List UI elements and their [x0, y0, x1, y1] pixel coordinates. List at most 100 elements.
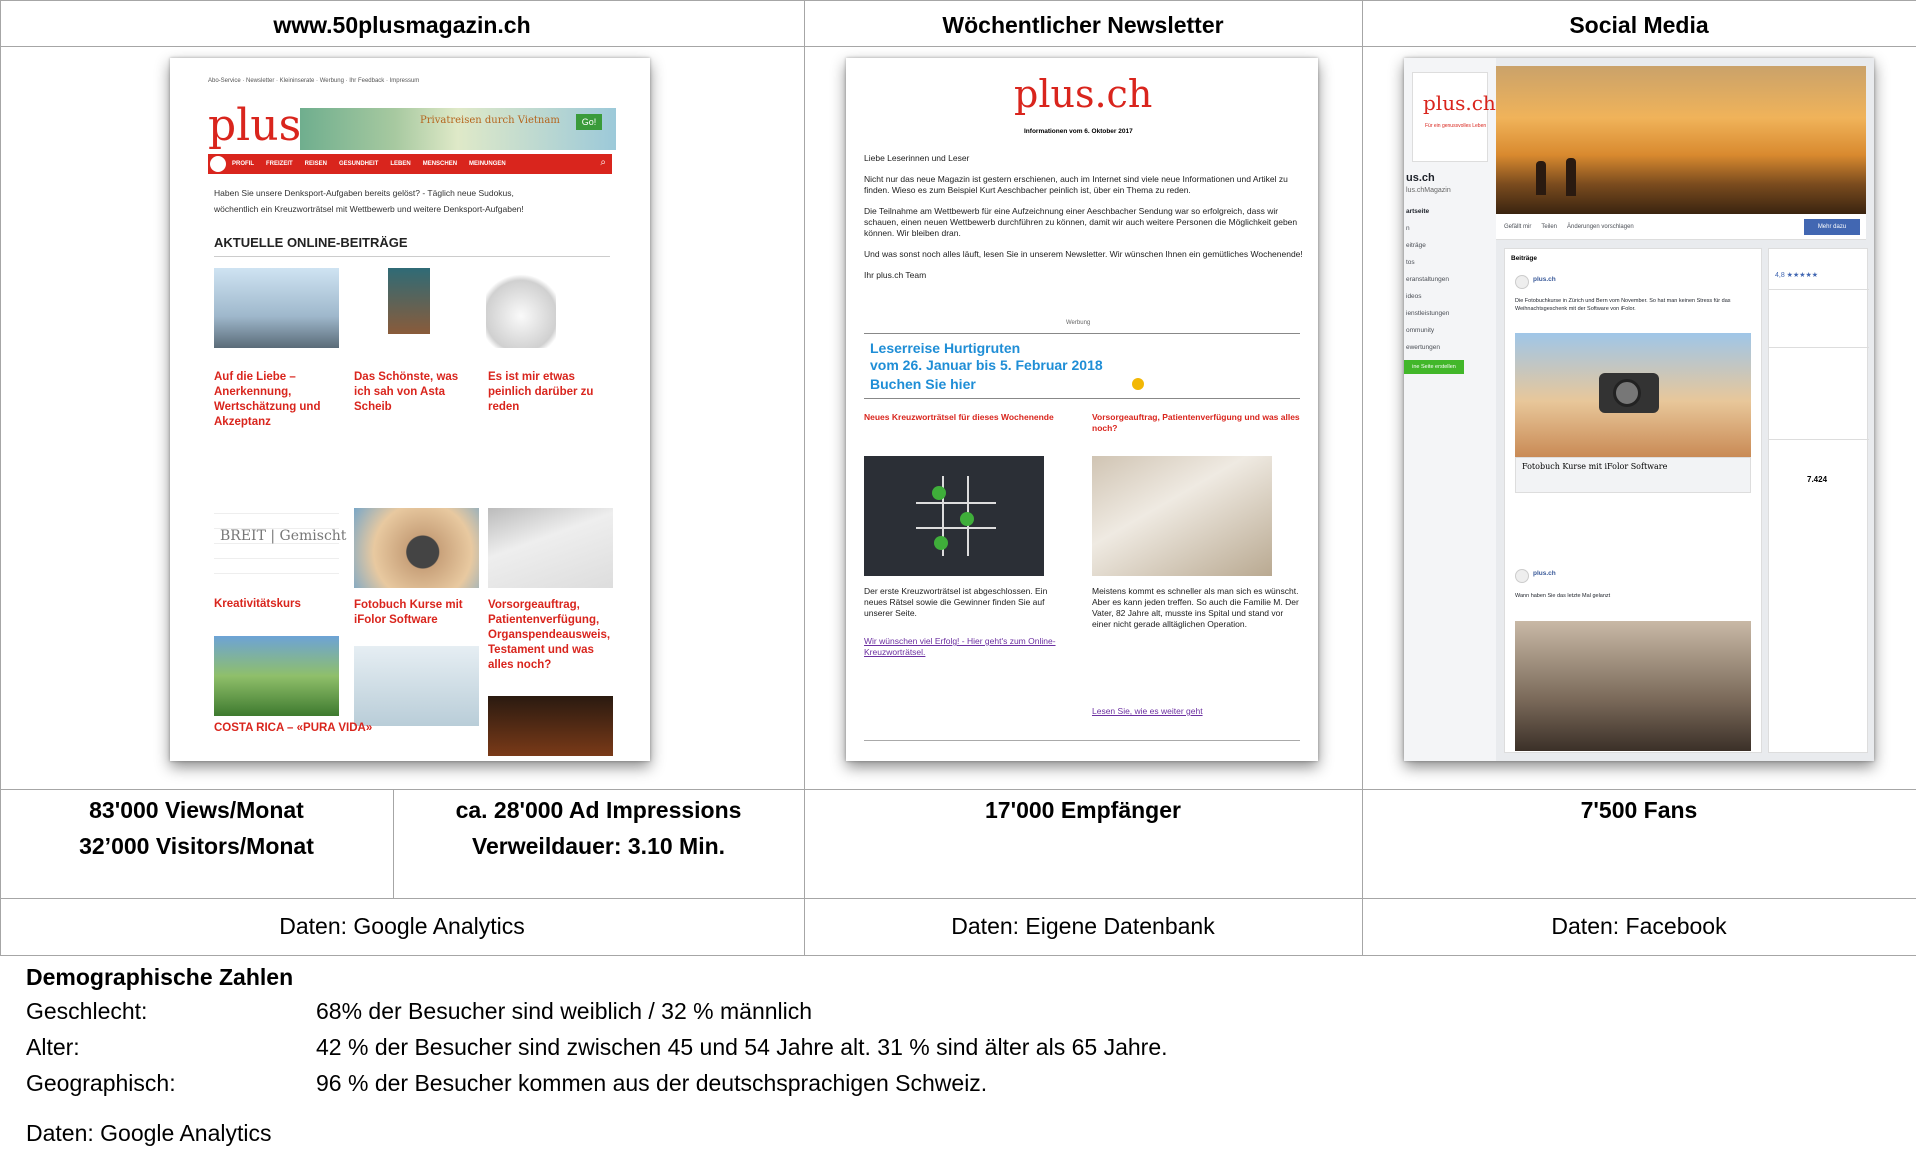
site-topnav: Abo-Service · Newsletter · Kleininserate…: [208, 78, 420, 84]
paragraph: Nicht nur das neue Magazin ist gestern e…: [864, 174, 1288, 195]
fb-rating: 4,8 ★★★★★: [1775, 272, 1819, 279]
stat-ad-impressions: ca. 28'000 Ad Impressions: [455, 797, 742, 823]
source-social: Daten: Facebook: [1551, 913, 1727, 939]
article-image[interactable]: [488, 696, 613, 756]
newsletter-date: Informationen vom 6. Oktober 2017: [1024, 128, 1133, 135]
fb-right-sidebar: 4,8 ★★★★★ 7.424: [1768, 248, 1869, 753]
demo-label-gender: Geschlecht:: [26, 998, 148, 1024]
article-title[interactable]: Vorsorgeauftrag, Patientenverfügung, Org…: [488, 598, 618, 673]
stat-views: 83'000 Views/Monat: [89, 797, 304, 823]
fb-profile-picture[interactable]: plus.ch Für ein genussvolles Leben: [1412, 72, 1496, 162]
fb-nav-item[interactable]: eiträge: [1404, 238, 1496, 255]
fb-post-text: Wann haben Sie das letzte Mal gelanzt: [1515, 593, 1611, 599]
fb-nav-item[interactable]: ommunity: [1404, 323, 1496, 340]
clover-icon: [934, 536, 948, 550]
fb-action-bar: Gefällt mir Teilen Änderungen vorschlagen …: [1496, 214, 1866, 240]
greeting: Liebe Leserinnen und Leser: [864, 153, 970, 163]
newsletter-screenshot: plus.ch Informationen vom 6. Oktober 201…: [846, 58, 1318, 761]
article-image[interactable]: [486, 268, 556, 348]
article-image[interactable]: BREIT | Gemischt: [214, 508, 346, 588]
clover-icon: [960, 512, 974, 526]
fb-action-button[interactable]: Änderungen vorschlagen: [1567, 224, 1634, 230]
ad-go-button[interactable]: Go!: [576, 114, 602, 130]
avatar[interactable]: [1515, 275, 1529, 289]
stat-web-traffic: 83'000 Views/Monat 32’000 Visitors/Monat: [0, 790, 393, 864]
fb-post-image[interactable]: [1515, 333, 1751, 457]
fb-nav-item[interactable]: tos: [1404, 255, 1496, 272]
demo-value-geo: 96 % der Besucher kommen aus der deutsch…: [316, 1070, 988, 1096]
source-newsletter: Daten: Eigene Datenbank: [951, 913, 1215, 939]
read-more-link[interactable]: Lesen Sie, wie es weiter geht: [1092, 706, 1203, 716]
article-image[interactable]: [354, 508, 479, 588]
stat-dwell-time: Verweildauer: 3.10 Min.: [471, 833, 726, 859]
article-title[interactable]: COSTA RICA – «PURA VIDA»: [214, 722, 372, 734]
article-image[interactable]: [214, 268, 339, 348]
ad-banner: Privatreisen durch Vietnam Go!: [300, 108, 616, 150]
left-article-title[interactable]: Neues Kreuzworträtsel für dieses Wochene…: [864, 412, 1054, 423]
header-social: Social Media: [1569, 12, 1709, 38]
fb-nav-item[interactable]: eranstaltungen: [1404, 272, 1496, 289]
fb-more-button[interactable]: Mehr dazu: [1804, 219, 1860, 235]
site-menu-item[interactable]: REISEN: [305, 161, 327, 167]
newsletter-logo: plus.ch: [1014, 72, 1153, 116]
site-menu-item[interactable]: PROFIL: [232, 161, 254, 167]
site-menu-item[interactable]: MEINUNGEN: [469, 161, 506, 167]
fb-cover-photo[interactable]: [1496, 66, 1866, 214]
werbung-label: Werbung: [1066, 320, 1091, 326]
site-menu-item[interactable]: GESUNDHEIT: [339, 161, 378, 167]
banner-line-3[interactable]: Buchen Sie hier: [870, 376, 976, 392]
fb-create-page-button[interactable]: ine Seite erstellen: [1404, 360, 1464, 374]
home-icon[interactable]: [210, 156, 226, 172]
banner-line-1[interactable]: Leserreise Hurtigruten: [870, 340, 1020, 356]
article-title[interactable]: Auf die Liebe – Anerkennung, Wertschätzu…: [214, 370, 344, 430]
crossword-image[interactable]: [864, 456, 1044, 576]
right-article-title[interactable]: Vorsorgeauftrag, Patientenverfügung und …: [1092, 412, 1302, 434]
article-title[interactable]: Das Schönste, was ich sah von Asta Schei…: [354, 370, 472, 415]
demo-label-age: Alter:: [26, 1034, 80, 1060]
header-website: www.50plusmagazin.ch: [273, 12, 531, 38]
site-menu-item[interactable]: FREIZEIT: [266, 161, 293, 167]
stat-social: 7'500 Fans: [1580, 797, 1698, 823]
fb-nav-item[interactable]: ienstleistungen: [1404, 306, 1496, 323]
source-web: Daten: Google Analytics: [279, 913, 525, 939]
fb-left-column: plus.ch Für ein genussvolles Leben us.ch…: [1404, 58, 1496, 761]
article-image[interactable]: [388, 268, 430, 334]
article-title[interactable]: Es ist mir etwas peinlich darüber zu red…: [488, 370, 612, 415]
article-image[interactable]: [354, 646, 479, 726]
site-menu-item[interactable]: LEBEN: [390, 161, 410, 167]
fb-action-button[interactable]: Gefällt mir: [1504, 224, 1531, 230]
fb-nav-item[interactable]: artseite: [1404, 204, 1496, 221]
site-section-title: AKTUELLE ONLINE-BEITRÄGE: [214, 235, 408, 250]
fb-nav-item[interactable]: ideos: [1404, 289, 1496, 306]
fb-nav-item[interactable]: n: [1404, 221, 1496, 238]
crossword-link[interactable]: Wir wünschen viel Erfolg! - Hier geht's …: [864, 636, 1069, 658]
fb-nav-item[interactable]: ewertungen: [1404, 340, 1496, 357]
signature: Ihr plus.ch Team: [864, 270, 927, 280]
divider: [864, 333, 1300, 334]
site-menu-item[interactable]: MENSCHEN: [423, 161, 457, 167]
fb-action-button[interactable]: Teilen: [1541, 224, 1557, 230]
avatar[interactable]: [1515, 569, 1529, 583]
search-icon[interactable]: ⌕: [600, 157, 606, 168]
demographics-source: Daten: Google Analytics: [26, 1120, 272, 1146]
fb-post-author[interactable]: plus.ch: [1533, 276, 1556, 283]
demo-value-gender: 68% der Besucher sind weiblich / 32 % mä…: [316, 998, 813, 1024]
fb-post-image[interactable]: [1515, 621, 1751, 751]
clover-icon: [932, 486, 946, 500]
article-title[interactable]: Kreativitätskurs: [214, 598, 301, 610]
article-image[interactable]: [214, 636, 339, 716]
divider: [864, 398, 1300, 399]
newsletter-body: Liebe Leserinnen und Leser Nicht nur das…: [864, 153, 1304, 281]
fb-link-preview[interactable]: Fotobuch Kurse mit iFolor Software: [1515, 457, 1751, 493]
fb-page-handle: lus.chMagazin: [1406, 187, 1451, 194]
site-intro-1: Haben Sie unsere Denksport-Aufgaben bere…: [214, 188, 514, 198]
left-article-text: Der erste Kreuzworträtsel ist abgeschlos…: [864, 586, 1048, 618]
article-title[interactable]: Fotobuch Kurse mit iFolor Software: [354, 598, 479, 628]
banner-line-2[interactable]: vom 26. Januar bis 5. Februar 2018: [870, 357, 1103, 373]
header-newsletter: Wöchentlicher Newsletter: [942, 12, 1224, 38]
kontiki-logo: [1132, 378, 1144, 390]
fb-post-author[interactable]: plus.ch: [1533, 570, 1556, 577]
article-image[interactable]: [488, 508, 613, 588]
paragraph: Die Teilnahme am Wettbewerb für eine Auf…: [864, 206, 1298, 238]
document-image[interactable]: [1092, 456, 1272, 576]
